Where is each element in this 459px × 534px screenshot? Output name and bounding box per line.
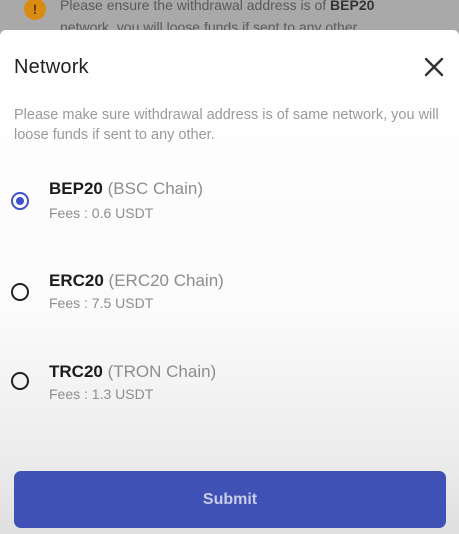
- warning-icon: !: [24, 0, 46, 20]
- option-chain-name: (ERC20 Chain): [108, 271, 224, 290]
- option-fees: Fees : 1.3 USDT: [49, 386, 154, 402]
- network-bottom-sheet: Network Please make sure withdrawal addr…: [0, 30, 459, 534]
- network-option-trc20[interactable]: TRC20 (TRON Chain) Fees : 1.3 USDT: [0, 355, 459, 415]
- sheet-title: Network: [14, 56, 89, 78]
- option-fees: Fees : 7.5 USDT: [49, 295, 154, 311]
- option-network-name: TRC20: [49, 362, 103, 381]
- radio-button[interactable]: [11, 283, 29, 301]
- submit-button[interactable]: Submit: [14, 471, 446, 528]
- network-notice: Please make sure withdrawal address is o…: [14, 107, 439, 143]
- warning-network-name: BEP20: [330, 0, 375, 13]
- option-chain-name: (TRON Chain): [107, 362, 217, 381]
- option-network-name: BEP20: [49, 179, 103, 198]
- radio-button[interactable]: [11, 372, 29, 390]
- network-option-erc20[interactable]: ERC20 (ERC20 Chain) Fees : 7.5 USDT: [0, 264, 459, 324]
- option-fees: Fees : 0.6 USDT: [49, 205, 154, 221]
- option-label: TRC20 (TRON Chain): [49, 362, 216, 382]
- option-chain-name: (BSC Chain): [107, 179, 204, 198]
- option-label: ERC20 (ERC20 Chain): [49, 271, 224, 291]
- option-network-name: ERC20: [49, 271, 104, 290]
- option-label: BEP20 (BSC Chain): [49, 179, 203, 199]
- radio-button-selected[interactable]: [11, 192, 29, 210]
- warning-text-line1: Please ensure the withdrawal address is …: [60, 0, 331, 13]
- close-icon: [424, 57, 444, 77]
- close-button[interactable]: [420, 53, 448, 81]
- network-option-bep20[interactable]: BEP20 (BSC Chain) Fees : 0.6 USDT: [0, 172, 459, 232]
